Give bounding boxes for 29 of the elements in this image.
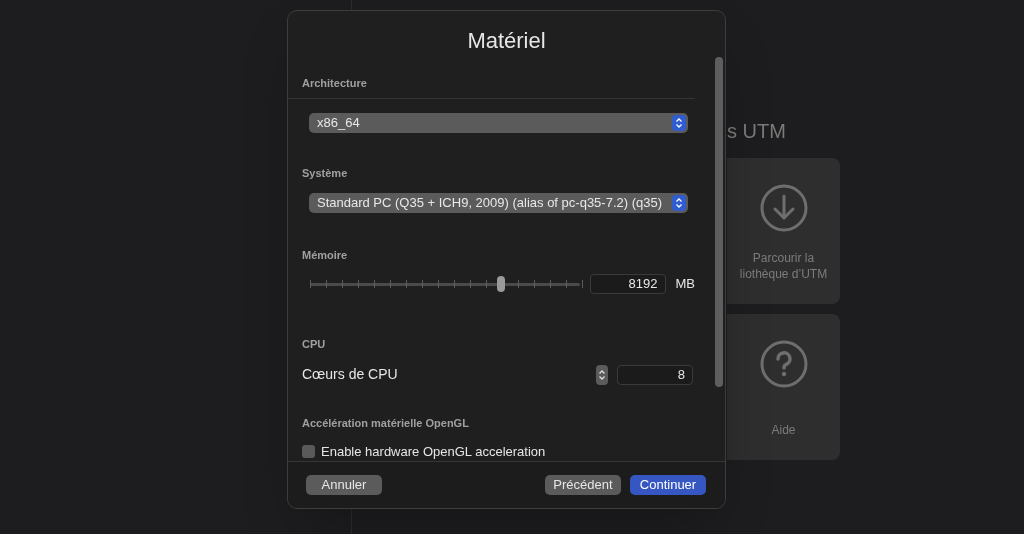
dropdown[interactable]: Standard PC (Q35 + ICH9, 2009) (alias of pc-q35-7.2) (q35) xyxy=(309,193,688,213)
action-card[interactable]: Aide xyxy=(727,314,840,460)
dialog-title: Matériel xyxy=(466,27,547,55)
memory-slider[interactable] xyxy=(310,275,581,292)
dropdown[interactable]: x86_64 xyxy=(309,112,688,133)
memory-field[interactable]: 8192 xyxy=(590,273,666,294)
help-icon xyxy=(759,340,808,388)
stepper[interactable] xyxy=(596,364,608,385)
chevron-updown-icon xyxy=(675,197,683,209)
section-heading: Architecture xyxy=(302,76,368,91)
download-icon xyxy=(759,184,808,232)
section-heading: Accélération matérielle OpenGL xyxy=(302,416,470,431)
section-heading: Système xyxy=(302,165,349,181)
dialog-button[interactable]: Précédent xyxy=(545,475,621,495)
unit-label: MB xyxy=(675,274,695,293)
cpu-cores-field[interactable]: 8 xyxy=(617,364,693,385)
action-card[interactable]: Parcourir la liothèque d’UTM xyxy=(727,158,840,304)
section-heading: CPU xyxy=(302,336,327,352)
checkbox[interactable] xyxy=(302,444,315,458)
chevron-updown-icon xyxy=(675,116,683,129)
chevron-updown-icon xyxy=(598,368,606,381)
scrollbar[interactable] xyxy=(715,57,723,387)
cpu-cores-label: Cœurs de CPU xyxy=(302,365,398,384)
dialog-button[interactable]: Annuler xyxy=(306,475,382,495)
section-heading: Mémoire xyxy=(302,248,349,263)
slider-thumb[interactable] xyxy=(497,275,506,292)
window-title: s UTM xyxy=(727,119,787,144)
checkbox-label: Enable hardware OpenGL acceleration xyxy=(321,442,546,461)
dialog-button[interactable]: Continuer xyxy=(630,475,706,495)
